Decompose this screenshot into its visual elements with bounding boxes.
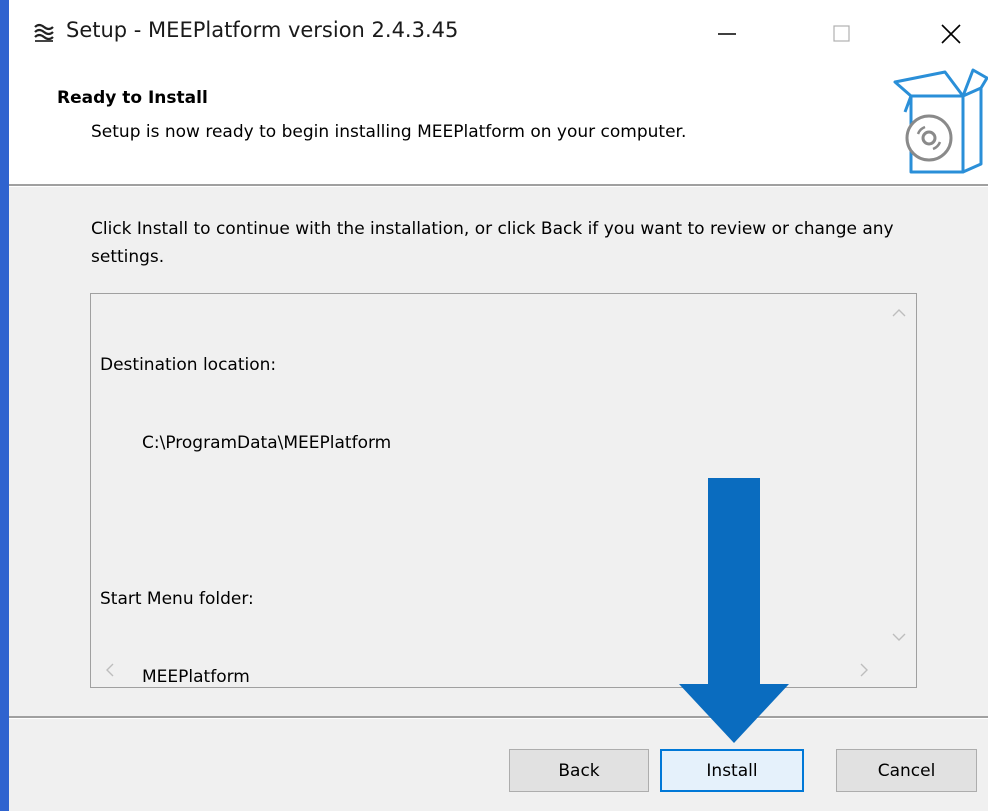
minimize-icon: [718, 33, 736, 35]
start-menu-label: Start Menu folder:: [100, 589, 254, 609]
scroll-left-button[interactable]: [93, 653, 127, 687]
setup-window: Setup - MEEPlatform version 2.4.3.45 Rea…: [9, 0, 988, 811]
maximize-icon: [833, 25, 850, 42]
chevron-up-icon: [892, 309, 906, 317]
scroll-right-button[interactable]: [847, 653, 881, 687]
window-title: Setup - MEEPlatform version 2.4.3.45: [66, 18, 459, 42]
scroll-up-button[interactable]: [882, 296, 916, 330]
chevron-right-icon: [860, 663, 868, 677]
back-button[interactable]: Back: [509, 749, 649, 792]
close-button[interactable]: [919, 0, 983, 68]
header-divider: [9, 184, 988, 187]
down-arrow-icon: [679, 478, 789, 743]
chevron-left-icon: [106, 663, 114, 677]
close-icon: [941, 24, 961, 44]
cancel-button[interactable]: Cancel: [836, 749, 977, 792]
scroll-down-button[interactable]: [882, 620, 916, 654]
vertical-scrollbar[interactable]: [882, 294, 916, 654]
page-subtitle: Setup is now ready to begin installing M…: [91, 122, 687, 142]
minimize-button[interactable]: [695, 0, 759, 68]
memo-blank-line: [100, 508, 391, 534]
footer-divider: [9, 716, 988, 719]
destination-value: C:\ProgramData\MEEPlatform: [142, 433, 392, 453]
wizard-header: Ready to Install Setup is now ready to b…: [9, 68, 988, 184]
page-title: Ready to Install: [57, 88, 208, 108]
intro-text: Click Install to continue with the insta…: [91, 219, 894, 267]
meeplatform-logo-icon: [34, 23, 54, 42]
destination-label: Destination location:: [100, 355, 277, 375]
ready-memo-box[interactable]: Destination location: C:\ProgramData\MEE…: [90, 293, 917, 688]
software-box-icon: [893, 68, 988, 174]
title-bar[interactable]: Setup - MEEPlatform version 2.4.3.45: [9, 0, 988, 68]
install-button[interactable]: Install: [660, 749, 804, 792]
chevron-down-icon: [892, 633, 906, 641]
maximize-button[interactable]: [810, 0, 874, 68]
